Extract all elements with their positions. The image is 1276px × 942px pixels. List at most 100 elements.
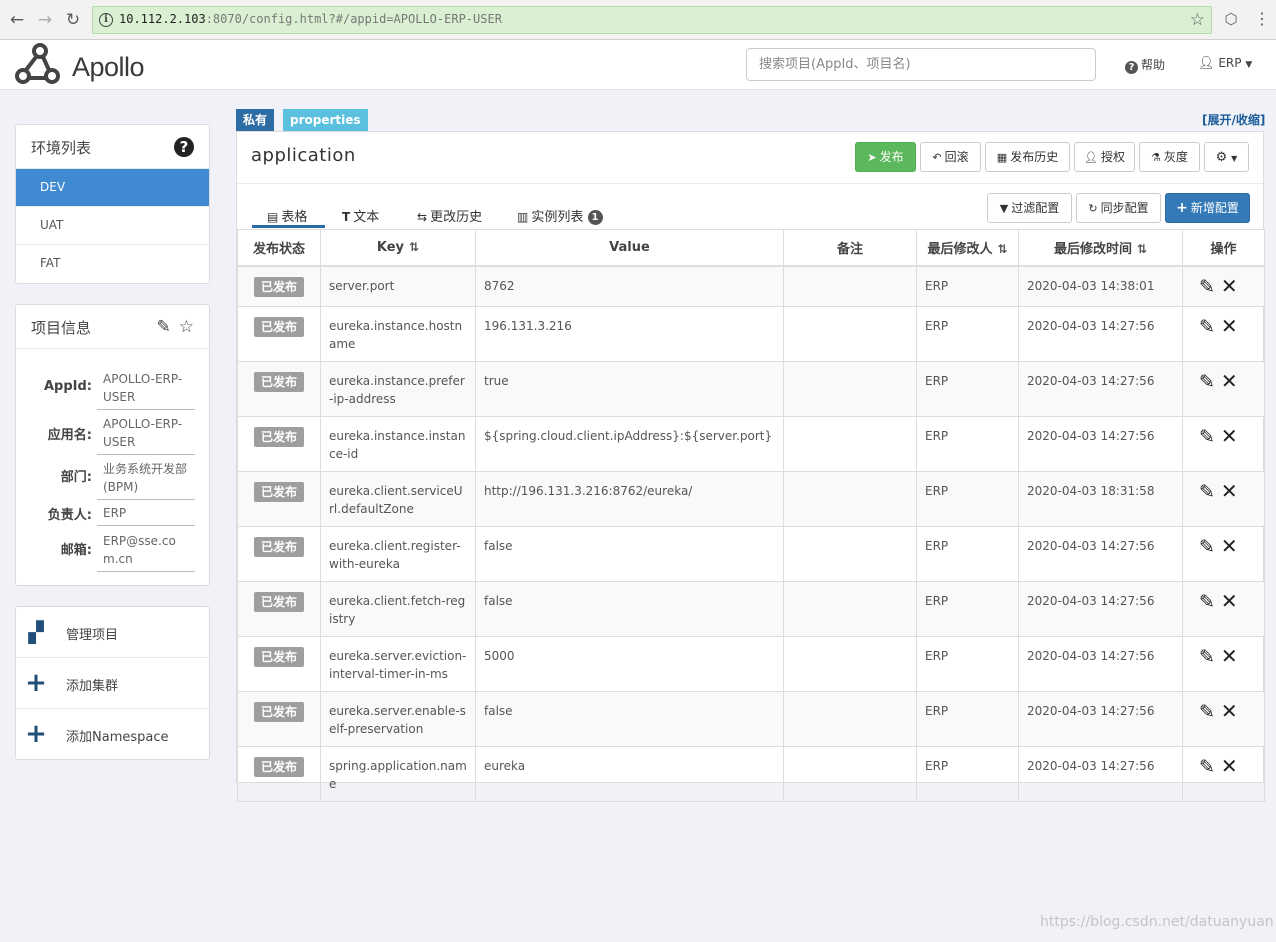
close-icon[interactable]: ✕	[1221, 591, 1238, 611]
url-text: 10.112.2.103:8070/config.html?#/appid=AP…	[119, 12, 502, 26]
question-icon[interactable]: ?	[174, 137, 194, 157]
col-key-label: Key	[376, 239, 405, 255]
col-key[interactable]: Key ⇅	[320, 229, 476, 267]
tab-instances[interactable]: ▥ 实例列表 1	[517, 206, 603, 225]
send-icon: ➤	[867, 151, 877, 164]
add-label: 新增配置	[1190, 201, 1239, 215]
env-item-fat[interactable]: FAT	[16, 245, 209, 283]
table-row: 已发布 eureka.client.serviceUrl.defaultZone h…	[237, 470, 1265, 527]
status-badge: 已发布	[254, 701, 305, 722]
col-status: 发布状态	[237, 229, 321, 267]
star-icon[interactable]: ☆	[179, 317, 194, 337]
cell-value: eureka	[475, 745, 784, 802]
cell-time: 2020-04-03 14:27:56	[1018, 360, 1183, 417]
gray-release-button[interactable]: ⚗ 灰度	[1139, 142, 1200, 172]
close-icon[interactable]: ✕	[1221, 536, 1238, 556]
cell-status: 已发布	[237, 635, 321, 692]
cell-value: false	[475, 525, 784, 582]
edit-icon[interactable]: ✎	[1199, 482, 1215, 501]
cell-status: 已发布	[237, 415, 321, 472]
cell-time: 2020-04-03 14:27:56	[1018, 580, 1183, 637]
transfer-icon: ⇆	[417, 210, 428, 224]
add-namespace-button[interactable]: + 添加Namespace	[16, 709, 209, 760]
search-input[interactable]	[746, 48, 1096, 81]
env-item-uat[interactable]: UAT	[16, 207, 209, 245]
table-row: 已发布 eureka.client.register-with-eureka fal…	[237, 525, 1265, 582]
user-menu[interactable]: 👤︎ ERP ▼	[1198, 56, 1252, 71]
sort-icon[interactable]: ⇅	[409, 240, 419, 254]
site-info-icon[interactable]: i	[99, 13, 113, 27]
tab-change-history[interactable]: ⇆ 更改历史	[417, 206, 482, 225]
cell-key: eureka.client.register-with-eureka	[320, 525, 476, 582]
cell-modifier: ERP	[916, 415, 1019, 472]
cell-comment	[783, 265, 917, 307]
close-icon[interactable]: ✕	[1221, 371, 1238, 391]
close-icon[interactable]: ✕	[1221, 316, 1238, 336]
close-icon[interactable]: ✕	[1221, 426, 1238, 446]
edit-icon[interactable]: ✎	[1199, 592, 1215, 611]
cell-key: spring.application.name	[320, 745, 476, 802]
table-header-row: 发布状态 Key ⇅ Value 备注 最后修改人 ⇅ 最后修改时间 ⇅ 操作	[237, 229, 1265, 267]
sync-config-button[interactable]: ↻ 同步配置	[1076, 193, 1161, 223]
tab-text[interactable]: T 文本	[342, 206, 379, 225]
col-modifier[interactable]: 最后修改人 ⇅	[916, 229, 1019, 267]
forward-icon[interactable]: →	[34, 9, 56, 31]
close-icon[interactable]: ✕	[1221, 646, 1238, 666]
list-icon: ▥	[517, 210, 529, 224]
expand-collapse-link[interactable]: [展开/收缩]	[1202, 111, 1265, 128]
gray-label: 灰度	[1163, 150, 1188, 164]
edit-icon[interactable]: ✎	[1199, 317, 1215, 336]
cell-status: 已发布	[237, 525, 321, 582]
edit-icon[interactable]: ✎	[1199, 537, 1215, 556]
extension-icon[interactable]: ⬡	[1222, 10, 1240, 28]
sort-icon[interactable]: ⇅	[997, 242, 1007, 256]
edit-icon[interactable]: ✎	[1199, 647, 1215, 666]
tab-table[interactable]: ▤ 表格	[267, 206, 307, 225]
cell-comment	[783, 415, 917, 472]
close-icon[interactable]: ✕	[1221, 701, 1238, 721]
filter-config-button[interactable]: ▼ 过滤配置	[987, 193, 1072, 223]
grant-label: 授权	[1100, 150, 1125, 164]
edit-icon[interactable]: ✎	[1199, 757, 1215, 776]
status-badge: 已发布	[254, 536, 305, 557]
help-icon: ?	[1125, 61, 1138, 74]
manage-project-button[interactable]: ▞ 管理项目	[16, 607, 209, 658]
grant-button[interactable]: 👤︎ 授权	[1074, 142, 1135, 172]
cell-modifier: ERP	[916, 745, 1019, 802]
env-item-dev[interactable]: DEV	[16, 169, 209, 207]
add-config-button[interactable]: + 新增配置	[1165, 193, 1250, 223]
close-icon[interactable]: ✕	[1221, 276, 1238, 296]
help-label: 帮助	[1141, 58, 1166, 72]
cell-ops: ✎ ✕	[1182, 415, 1265, 472]
info-value: ERP	[97, 503, 195, 526]
browser-menu-icon[interactable]: ⋮	[1254, 8, 1270, 30]
cell-modifier: ERP	[916, 690, 1019, 747]
edit-icon[interactable]: ✎	[1199, 372, 1215, 391]
apollo-logo[interactable]: Apollo	[14, 42, 154, 88]
edit-icon[interactable]: ✎	[157, 317, 171, 337]
add-cluster-button[interactable]: + 添加集群	[16, 658, 209, 709]
address-bar[interactable]: i 10.112.2.103:8070/config.html?#/appid=…	[92, 6, 1212, 34]
edit-icon[interactable]: ✎	[1199, 702, 1215, 721]
edit-icon[interactable]: ✎	[1199, 427, 1215, 446]
back-icon[interactable]: ←	[6, 9, 28, 31]
bookmark-star-icon[interactable]: ☆	[1190, 10, 1205, 30]
edit-icon[interactable]: ✎	[1199, 277, 1215, 296]
project-info-title: 项目信息	[31, 319, 92, 337]
help-link[interactable]: ? 帮助	[1125, 56, 1165, 74]
cell-status: 已发布	[237, 745, 321, 802]
close-icon[interactable]: ✕	[1221, 481, 1238, 501]
release-history-button[interactable]: ▦ 发布历史	[985, 142, 1070, 172]
publish-button[interactable]: ➤ 发布	[855, 142, 916, 172]
col-modified-time[interactable]: 最后修改时间 ⇅	[1018, 229, 1183, 267]
settings-dropdown-button[interactable]: ⚙ ▼	[1204, 142, 1249, 172]
close-icon[interactable]: ✕	[1221, 756, 1238, 776]
cell-status: 已发布	[237, 580, 321, 637]
divider	[237, 183, 1263, 184]
info-value: 业务系统开发部(BPM)	[97, 459, 195, 500]
sort-icon[interactable]: ⇅	[1137, 242, 1147, 256]
reload-icon[interactable]: ↻	[62, 9, 84, 31]
caret-down-icon: ▼	[1245, 60, 1253, 70]
rollback-button[interactable]: ↶ 回滚	[920, 142, 981, 172]
cell-modifier: ERP	[916, 580, 1019, 637]
